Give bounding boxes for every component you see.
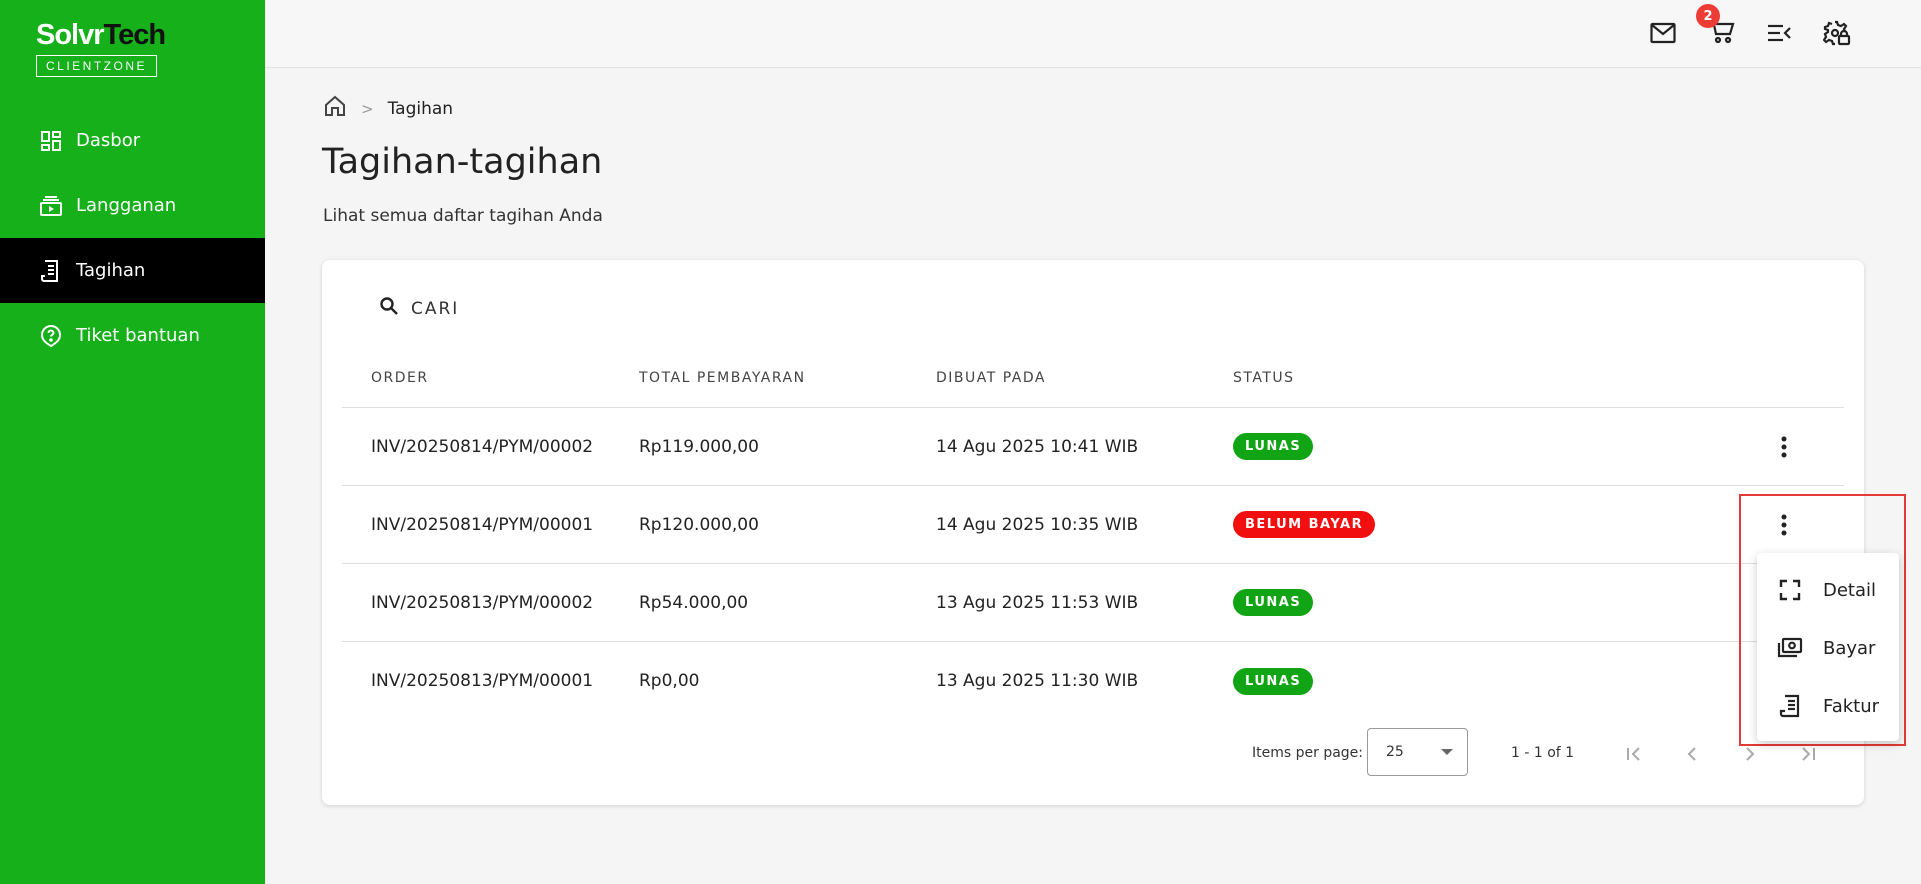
cell-total: Rp54.000,00 [639,592,749,613]
payments-icon [1777,635,1803,661]
sidebar-item-label: Tiket bantuan [76,325,200,346]
cell-created: 13 Agu 2025 11:53 WIB [936,592,1139,613]
subscriptions-icon [38,193,64,219]
menu-item-detail[interactable]: Detail [1757,561,1899,619]
header-created[interactable]: DIBUAT PADA [936,370,1233,386]
help-icon [38,323,64,349]
caret-down-icon [1441,749,1453,755]
table-row: INV/20250813/PYM/00002 Rp54.000,00 13 Ag… [342,564,1844,642]
breadcrumb: > Tagihan [323,94,453,123]
row-actions-menu: Detail Bayar Faktur [1757,553,1899,741]
page-size-select[interactable]: 25 [1367,728,1468,776]
cell-total: Rp0,00 [639,671,700,691]
top-bar: 2 [265,0,1921,68]
receipt-icon [38,258,64,284]
cart-badge: 2 [1696,4,1720,28]
cell-total: Rp119.000,00 [639,436,759,457]
cell-total: Rp120.000,00 [639,514,759,535]
cell-order: INV/20250814/PYM/00002 [371,436,594,457]
menu-item-label: Detail [1823,579,1877,601]
header-status[interactable]: STATUS [1233,370,1723,386]
first-page-icon[interactable] [1620,740,1648,768]
search-icon [379,296,401,321]
page-subtitle: Lihat semua daftar tagihan Anda [323,206,603,226]
page-title: Tagihan-tagihan [322,142,603,182]
cell-order: INV/20250813/PYM/00002 [371,592,594,613]
page-range-label: 1 - 1 of 1 [1511,745,1575,761]
sidebar-item-label: Dasbor [76,130,141,151]
header-order[interactable]: ORDER [342,370,639,386]
paginator: Items per page: 25 1 - 1 of 1 [322,728,1864,778]
menu-item-faktur[interactable]: Faktur [1757,677,1899,735]
status-badge: LUNAS [1233,433,1314,460]
page-size-value: 25 [1386,744,1404,760]
table-header: ORDER TOTAL PEMBAYARAN DIBUAT PADA STATU… [342,348,1844,408]
header-total[interactable]: TOTAL PEMBAYARAN [639,370,936,386]
brand-subtitle: CLIENTZONE [36,55,158,77]
status-badge: LUNAS [1233,667,1314,695]
prev-page-icon[interactable] [1678,740,1706,768]
breadcrumb-current: Tagihan [387,98,454,119]
fullscreen-icon [1777,577,1803,603]
cell-created: 14 Agu 2025 10:35 WIB [936,514,1139,535]
sidebar: SolvrTech CLIENTZONE Dasbor Langganan Ta… [0,0,265,884]
sidebar-item-label: Langganan [76,195,177,216]
mail-icon[interactable] [1648,18,1678,48]
sidebar-item-tagihan[interactable]: Tagihan [0,238,265,303]
breadcrumb-separator: > [361,99,374,118]
sidebar-item-dasbor[interactable]: Dasbor [0,108,265,173]
invoices-table: ORDER TOTAL PEMBAYARAN DIBUAT PADA STATU… [342,348,1844,720]
home-icon[interactable] [323,94,347,123]
cell-order: INV/20250813/PYM/00001 [371,671,594,691]
menu-collapse-icon[interactable] [1764,18,1794,48]
cell-order: INV/20250814/PYM/00001 [371,514,594,535]
search-field[interactable]: CARI [379,296,459,321]
status-badge: LUNAS [1233,589,1314,616]
sidebar-item-tiket-bantuan[interactable]: Tiket bantuan [0,303,265,368]
search-label: CARI [411,298,460,319]
items-per-page-label: Items per page: [1252,745,1364,761]
brand-logo[interactable]: SolvrTech CLIENTZONE [36,18,166,77]
settings-account-icon[interactable] [1822,18,1852,48]
invoices-card: CARI ORDER TOTAL PEMBAYARAN DIBUAT PADA … [322,260,1864,805]
cart-button[interactable]: 2 [1696,4,1736,48]
table-row: INV/20250814/PYM/00001 Rp120.000,00 14 A… [342,486,1844,564]
table-row: INV/20250814/PYM/00002 Rp119.000,00 14 A… [342,408,1844,486]
menu-item-bayar[interactable]: Bayar [1757,619,1899,677]
status-badge: BELUM BAYAR [1233,511,1376,538]
sidebar-item-langganan[interactable]: Langganan [0,173,265,238]
cell-created: 14 Agu 2025 10:41 WIB [936,436,1139,457]
dashboard-icon [38,128,64,154]
more-vert-icon[interactable] [1769,432,1799,462]
sidebar-item-label: Tagihan [76,260,146,281]
menu-item-label: Bayar [1823,637,1876,659]
sidebar-nav: Dasbor Langganan Tagihan Tiket bantuan [0,108,265,368]
table-row: INV/20250813/PYM/00001 Rp0,00 13 Agu 202… [342,642,1844,720]
invoice-icon [1777,693,1803,719]
brand-name: SolvrTech [36,19,166,51]
cell-created: 13 Agu 2025 11:30 WIB [936,671,1139,691]
menu-item-label: Faktur [1823,695,1880,717]
